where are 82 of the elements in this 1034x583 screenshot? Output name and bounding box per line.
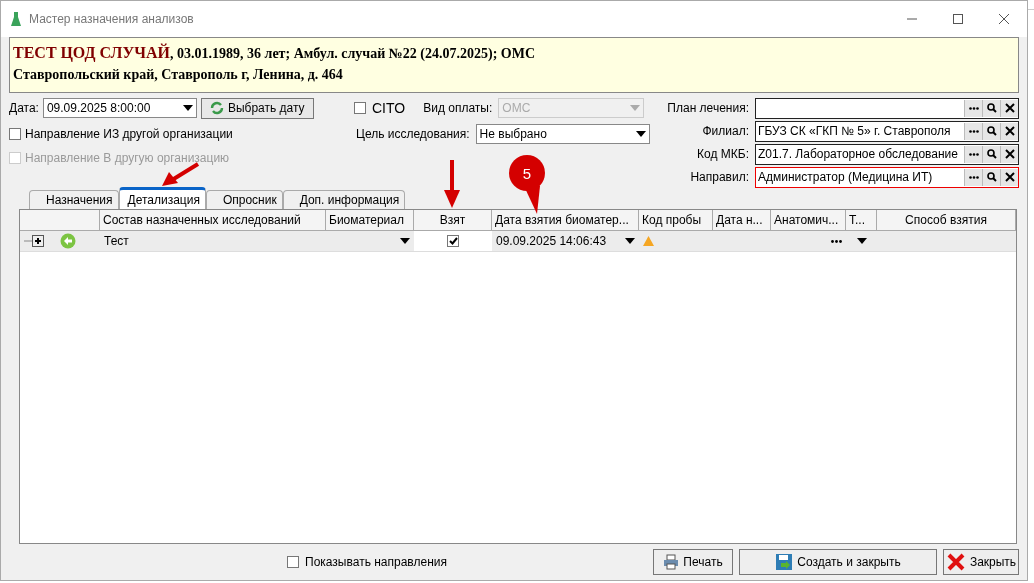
close-icon: [1004, 172, 1015, 182]
tab[interactable]: Доп. информация: [282, 190, 406, 209]
printer-icon: [663, 554, 680, 570]
tab[interactable]: Назначения: [29, 190, 119, 209]
column-header[interactable]: Взят: [414, 210, 492, 230]
tab[interactable]: Опросник: [205, 190, 283, 209]
purpose-label: Цель исследования:: [356, 127, 470, 141]
patient-address: Ставропольский край, Ставрополь г, Ленина, д. 464: [13, 66, 344, 84]
save-button[interactable]: Создать и закрыть: [739, 549, 937, 575]
maximize-icon[interactable]: [953, 14, 963, 24]
lookup-field[interactable]: Администратор (Медицина ИТ): [755, 166, 1019, 188]
column-header[interactable]: Дата н...: [713, 210, 771, 230]
clear-button[interactable]: [1000, 168, 1018, 186]
ellipsis-button[interactable]: [964, 122, 982, 140]
lookup-field[interactable]: Z01.7. Лабораторное обследование: [755, 143, 1019, 165]
ellipsis-button[interactable]: [964, 145, 982, 163]
close-icon: [1004, 149, 1015, 159]
clear-button[interactable]: [1000, 99, 1018, 117]
close-icon[interactable]: [999, 14, 1009, 24]
field-label: Филиал:: [701, 124, 749, 138]
annotation-arrow: [443, 160, 461, 208]
checkbox[interactable]: [287, 556, 299, 568]
search-button[interactable]: [982, 168, 1000, 186]
search-icon: [986, 172, 997, 182]
caret-icon: [625, 238, 635, 244]
refresh-icon: [209, 101, 224, 115]
column-header[interactable]: Способ взятия: [877, 210, 1016, 230]
caret-icon: [856, 238, 867, 244]
ellipsis-button[interactable]: [964, 168, 982, 186]
search-icon: [986, 149, 997, 159]
clear-button[interactable]: [1000, 145, 1018, 163]
lookup-field[interactable]: [755, 97, 1019, 119]
checkbox[interactable]: [447, 235, 459, 247]
field-label: План лечения:: [666, 101, 749, 115]
search-button[interactable]: [982, 99, 1000, 117]
lookup-field[interactable]: ГБУЗ СК «ГКП № 5» г. Ставрополя: [755, 120, 1019, 142]
close-icon: [1004, 126, 1015, 136]
search-icon: [986, 126, 997, 136]
checkbox-label: Направление В другую организацию: [25, 151, 230, 165]
close-icon: [945, 552, 966, 572]
flask-icon: [11, 12, 21, 26]
caret-icon: [182, 105, 193, 111]
caret-icon: [635, 131, 646, 137]
cito-label: CITO: [372, 100, 406, 116]
column-header[interactable]: Биоматериал: [326, 210, 414, 230]
date-label: Дата:: [9, 101, 39, 115]
ellipsis-icon[interactable]: [831, 239, 842, 243]
pick-date-button[interactable]: Выбрать дату: [200, 97, 314, 119]
patient-summary: ТЕСТ ЦОД СЛУЧАЙ, 03.01.1989, 36 лет; Амбул. случай №22 (24.07.2025); ОМС: [13, 42, 537, 64]
caret-icon: [400, 238, 410, 244]
clear-button[interactable]: [1000, 122, 1018, 140]
checkbox-label: Направление ИЗ другой организации: [25, 127, 233, 141]
ellipsis-icon: [968, 175, 979, 179]
purpose-field[interactable]: Не выбрано: [475, 124, 650, 144]
ellipsis-icon: [968, 106, 979, 110]
column-header[interactable]: Код пробы: [639, 210, 713, 230]
tab[interactable]: Детализация: [118, 187, 206, 209]
field-label: Направил:: [689, 170, 749, 184]
field-label: Код МКБ:: [696, 147, 749, 161]
ellipsis-button[interactable]: [964, 99, 982, 117]
floppy-icon: [775, 553, 794, 571]
column-header[interactable]: Анатомич...: [771, 210, 846, 230]
checkbox[interactable]: [354, 102, 366, 114]
search-button[interactable]: [982, 122, 1000, 140]
column-header[interactable]: Состав назначенных исследований: [100, 210, 326, 230]
ellipsis-icon: [968, 152, 979, 156]
table-cell-text: Тест: [103, 233, 130, 250]
date-field[interactable]: 09.09.2025 8:00:00: [42, 98, 197, 118]
window-title: Мастер назначения анализов: [29, 12, 195, 26]
search-icon: [986, 103, 997, 113]
close-icon: [1004, 103, 1015, 113]
expand-icon[interactable]: [24, 235, 46, 247]
checkbox[interactable]: [9, 128, 21, 140]
checkbox-label: Показывать направления: [305, 555, 447, 569]
print-button[interactable]: Печать: [653, 549, 733, 575]
search-button[interactable]: [982, 145, 1000, 163]
caret-icon: [630, 105, 641, 111]
payment-label: Вид оплаты:: [423, 101, 493, 115]
date-cell[interactable]: 09.09.2025 14:06:43: [492, 231, 639, 251]
close-button[interactable]: Закрыть: [943, 549, 1019, 575]
column-header[interactable]: Т...: [846, 210, 877, 230]
ellipsis-icon: [968, 129, 979, 133]
